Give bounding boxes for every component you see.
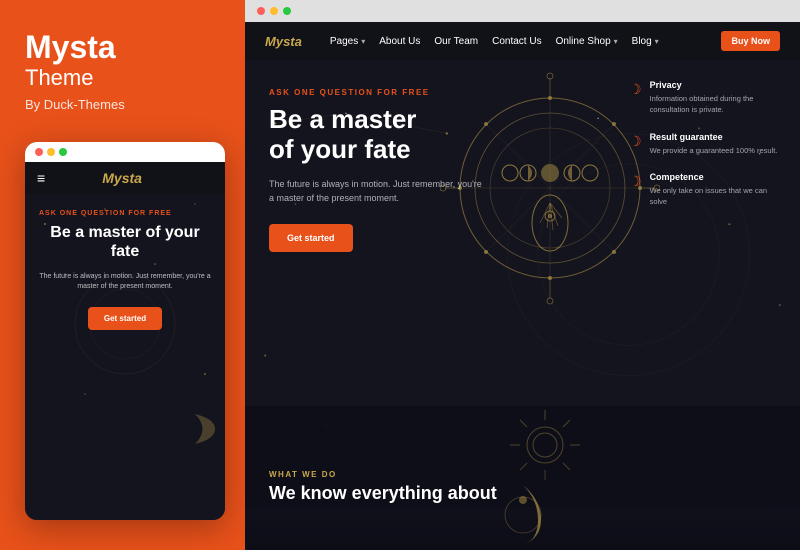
- mobile-nav: ≡ Mysta: [25, 162, 225, 194]
- feature-guarantee: ☽ Result guarantee We provide a guarante…: [629, 132, 784, 156]
- brand-by: By Duck-Themes: [25, 97, 220, 112]
- privacy-title: Privacy: [650, 80, 784, 90]
- competence-title: Competence: [650, 172, 784, 182]
- mobile-desc: The future is always in motion. Just rem…: [39, 272, 211, 293]
- right-panel: Mysta Pages▾ About Us Our Team Contact U…: [245, 0, 800, 550]
- desktop-browser-bar: [245, 0, 800, 22]
- hero-cta-button[interactable]: Get started: [269, 224, 353, 252]
- mobile-heading: Be a master of your fate: [39, 223, 211, 261]
- desktop-dot-yellow: [270, 7, 278, 15]
- hero-heading: Be a master of your fate: [269, 105, 501, 165]
- hero-ask-label: ASK ONE QUESTION FOR FREE: [269, 88, 501, 97]
- privacy-desc: Information obtained during the consulta…: [650, 93, 784, 116]
- buy-now-button[interactable]: Buy Now: [721, 31, 780, 51]
- mobile-ask-label: ASK ONE QUESTION FOR FREE: [39, 210, 211, 217]
- dot-green: [59, 148, 67, 156]
- hero-desc: The future is always in motion. Just rem…: [269, 177, 489, 206]
- brand-name: Mysta Theme By Duck-Themes: [25, 30, 220, 142]
- desktop-logo: Mysta: [265, 34, 302, 49]
- what-we-do-label: WHAT WE DO: [269, 470, 776, 479]
- mobile-content: ASK ONE QUESTION FOR FREE Be a master of…: [25, 194, 225, 520]
- privacy-moon-icon: ☽: [629, 81, 642, 98]
- left-panel: Mysta Theme By Duck-Themes ≡ Mysta: [0, 0, 245, 550]
- feature-competence: ☽ Competence We only take on issues that…: [629, 172, 784, 208]
- feature-privacy: ☽ Privacy Information obtained during th…: [629, 80, 784, 116]
- nav-contact[interactable]: Contact Us: [492, 36, 541, 47]
- desktop-dot-green: [283, 7, 291, 15]
- dot-red: [35, 148, 43, 156]
- guarantee-desc: We provide a guaranteed 100% result.: [650, 145, 778, 156]
- desktop-nav: Mysta Pages▾ About Us Our Team Contact U…: [245, 22, 800, 60]
- nav-pages[interactable]: Pages▾: [330, 36, 365, 47]
- nav-shop[interactable]: Online Shop▾: [556, 36, 618, 47]
- brand-subtitle: Theme: [25, 65, 220, 91]
- competence-desc: We only take on issues that we can solve: [650, 185, 784, 208]
- mobile-preview: ≡ Mysta ASK ONE: [25, 142, 225, 520]
- nav-about[interactable]: About Us: [379, 36, 420, 47]
- desktop-preview: Mysta Pages▾ About Us Our Team Contact U…: [245, 22, 800, 550]
- mobile-cta-button[interactable]: Get started: [88, 307, 162, 330]
- nav-links: Pages▾ About Us Our Team Contact Us Onli…: [330, 36, 704, 47]
- nav-team[interactable]: Our Team: [434, 36, 478, 47]
- hamburger-icon[interactable]: ≡: [37, 170, 45, 186]
- nav-blog[interactable]: Blog▾: [632, 36, 659, 47]
- guarantee-moon-icon: ☽: [629, 133, 642, 150]
- dot-yellow: [47, 148, 55, 156]
- guarantee-title: Result guarantee: [650, 132, 778, 142]
- competence-moon-icon: ☽: [629, 173, 642, 190]
- desktop-dot-red: [257, 7, 265, 15]
- hero-features: ☽ Privacy Information obtained during th…: [629, 80, 784, 207]
- bottom-figure: [493, 480, 553, 550]
- mobile-browser-bar: [25, 142, 225, 162]
- mobile-logo: Mysta: [102, 170, 142, 186]
- brand-title: Mysta: [25, 30, 220, 65]
- desktop-hero: ASK ONE QUESTION FOR FREE Be a master of…: [245, 60, 800, 550]
